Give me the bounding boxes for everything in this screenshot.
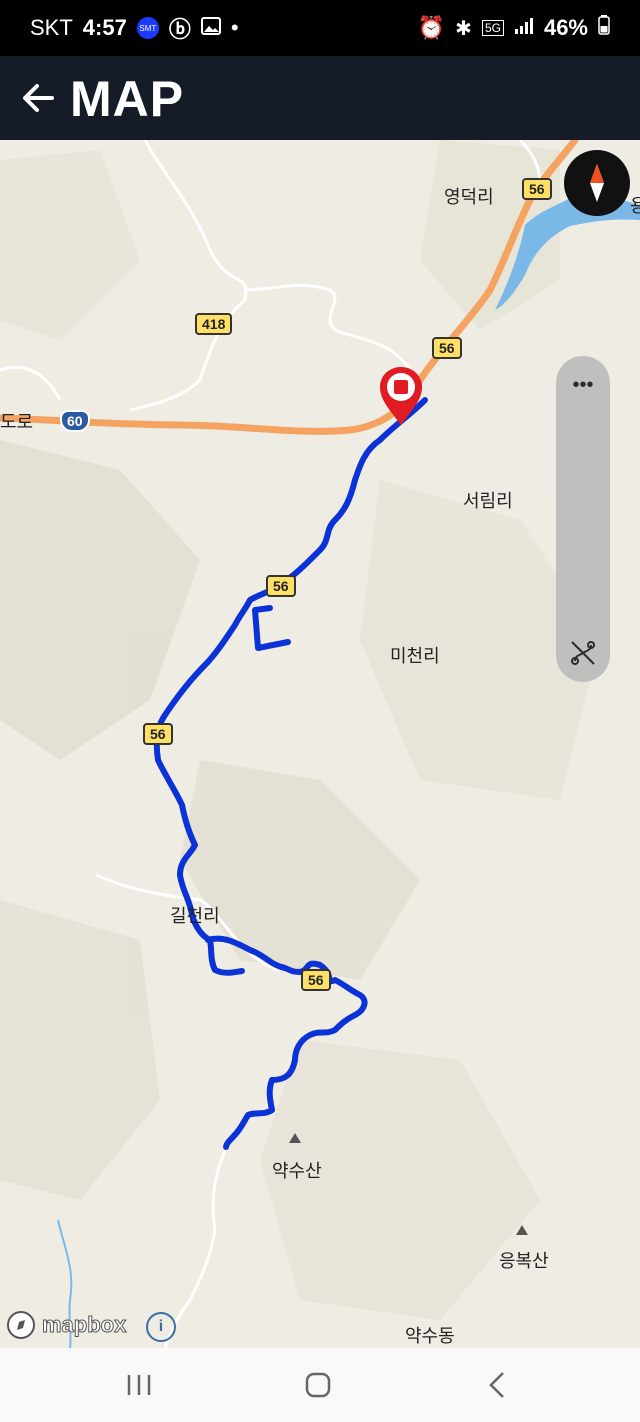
place-label: 서림리 xyxy=(463,491,513,512)
battery-icon xyxy=(598,15,610,41)
recent-apps-icon[interactable] xyxy=(117,1366,161,1404)
notification-dot: • xyxy=(230,15,239,40)
place-label: 약수동 xyxy=(405,1326,455,1347)
place-label: 응복산 xyxy=(499,1251,549,1272)
status-bar: SKT 4:57 SMT ⓑ • ⏰ ✱ 5G 46% xyxy=(0,0,640,56)
route-56-shield: 56 xyxy=(143,723,173,745)
back-arrow-icon[interactable] xyxy=(18,78,58,118)
home-icon[interactable] xyxy=(296,1366,340,1404)
gallery-icon xyxy=(200,15,221,41)
compass-button[interactable] xyxy=(564,150,630,216)
map-controls-panel: ••• xyxy=(556,356,610,682)
more-options-icon[interactable]: ••• xyxy=(556,374,610,397)
signal-icon xyxy=(514,15,534,41)
alarm-icon: ⏰ xyxy=(417,15,446,40)
attribution-info-icon[interactable]: i xyxy=(146,1312,176,1342)
bluetooth-icon: ✱ xyxy=(455,17,472,40)
mapbox-wordmark: mapbox xyxy=(41,1312,127,1338)
place-label: 도로 xyxy=(0,412,34,433)
place-label: 영덕리 xyxy=(444,187,494,208)
carrier-label: SKT xyxy=(30,15,73,40)
route-56-shield: 56 xyxy=(301,969,331,991)
page-title: MAP xyxy=(70,71,185,127)
system-back-icon[interactable] xyxy=(475,1366,519,1404)
b-app-icon: ⓑ xyxy=(168,17,191,42)
hide-route-icon[interactable] xyxy=(569,639,597,667)
app-header: MAP xyxy=(0,56,640,140)
mapbox-logo[interactable]: mapbox xyxy=(6,1310,127,1340)
network-type: 5G xyxy=(481,20,504,36)
route-56-shield: 56 xyxy=(432,337,462,359)
clock: 4:57 xyxy=(82,15,127,40)
place-label: 약수산 xyxy=(272,1161,322,1182)
route-418-shield: 418 xyxy=(195,313,233,335)
system-navigation-bar xyxy=(0,1348,640,1422)
place-label: 미천리 xyxy=(390,646,440,667)
battery-level: 46% xyxy=(543,15,588,40)
compass-icon xyxy=(590,164,604,202)
mapbox-icon xyxy=(7,1311,35,1339)
place-label: 용 xyxy=(630,196,640,217)
route-56-shield: 56 xyxy=(266,575,296,597)
place-label: 길천리 xyxy=(170,906,220,927)
interstate-60-shield: 60 xyxy=(60,410,90,432)
map-view[interactable]: 56 56 56 56 56 418 60 영덕리 서림리 미천리 길천리 약수… xyxy=(0,140,640,1348)
app-notification-icon: SMT xyxy=(136,17,159,39)
route-56-shield: 56 xyxy=(522,178,552,200)
